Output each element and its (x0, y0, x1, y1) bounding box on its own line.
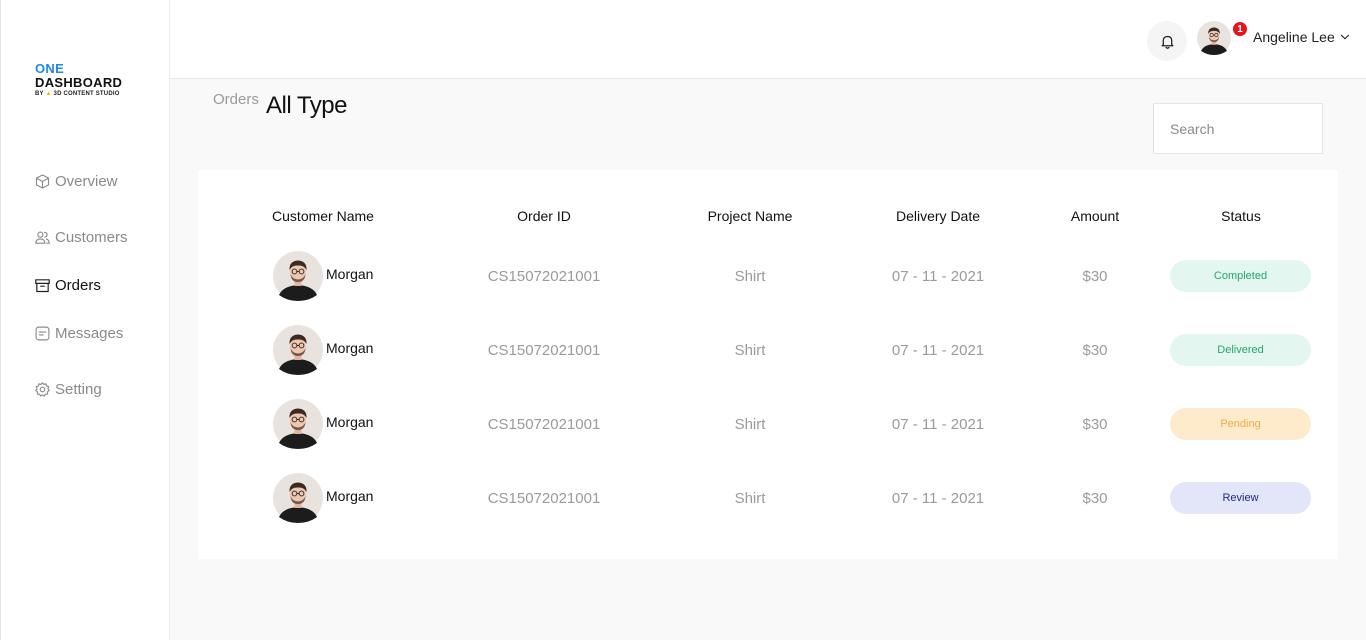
sidebar-item-customers[interactable]: Customers (34, 226, 128, 248)
order-id: CS15072021001 (487, 268, 601, 285)
status-badge: Completed (1170, 260, 1311, 292)
logo-byline: BY ▲ 3D CONTENT STUDIO (35, 91, 122, 97)
notification-badge: 1 (1232, 21, 1248, 37)
search-input[interactable] (1170, 120, 1351, 137)
notification-button[interactable] (1147, 21, 1187, 61)
column-header-status[interactable]: Status (1221, 208, 1261, 224)
column-header-customer-name[interactable]: Customer Name (272, 208, 374, 224)
user-name: Angeline Lee (1253, 29, 1335, 45)
column-header-delivery-date[interactable]: Delivery Date (896, 208, 980, 224)
logo-by-text: BY (35, 91, 44, 97)
flame-icon: ▲ (45, 91, 52, 97)
amount: $30 (1082, 342, 1108, 359)
customer-name: Morgan (326, 488, 374, 504)
project-name: Shirt (734, 342, 766, 359)
status-badge: Review (1170, 482, 1311, 514)
user-menu[interactable]: Angeline Lee (1253, 29, 1351, 45)
customer-name: Morgan (326, 414, 374, 430)
orders-table: Customer Name Order ID Project Name Deli… (198, 170, 1338, 559)
order-id: CS15072021001 (487, 342, 601, 359)
logo-line-one: ONE (35, 61, 65, 76)
sidebar-item-setting[interactable]: Setting (34, 378, 102, 400)
order-id: CS15072021001 (487, 490, 601, 507)
column-header-order-id[interactable]: Order ID (517, 208, 571, 224)
search-box (1153, 103, 1351, 154)
column-header-amount[interactable]: Amount (1071, 208, 1119, 224)
avatar (273, 325, 323, 375)
message-icon (35, 326, 50, 340)
logo-line-dashboard: DASHBOARD (35, 75, 123, 90)
gear-icon (35, 381, 50, 397)
customer-name: Morgan (326, 340, 374, 356)
delivery-date: 07 - 11 - 2021 (891, 268, 985, 285)
status-badge: Pending (1170, 408, 1311, 440)
table-row[interactable]: Morgan CS15072021001 Shirt 07 - 11 - 202… (198, 325, 1338, 377)
archive-icon (35, 278, 50, 292)
logo-studio-text: 3D CONTENT STUDIO (53, 91, 120, 97)
bell-icon (1161, 35, 1173, 49)
sidebar-item-overview[interactable]: Overview (34, 170, 118, 192)
sidebar-item-label: Orders (55, 276, 101, 294)
user-avatar[interactable] (1197, 21, 1231, 55)
sidebar-item-label: Customers (55, 228, 128, 246)
sidebar-item-messages[interactable]: Messages (34, 322, 123, 344)
sidebar-item-label: Setting (55, 380, 102, 398)
order-id: CS15072021001 (487, 416, 601, 433)
amount: $30 (1082, 416, 1108, 433)
amount: $30 (1082, 268, 1108, 285)
amount: $30 (1082, 490, 1108, 507)
users-icon (35, 231, 50, 244)
sidebar: ONE DASHBOARD BY ▲ 3D CONTENT STUDIO Ove… (0, 0, 170, 640)
page-title: All Type (266, 92, 347, 119)
brand-logo[interactable]: ONE DASHBOARD BY ▲ 3D CONTENT STUDIO (35, 62, 122, 97)
sidebar-item-orders[interactable]: Orders (34, 274, 101, 296)
cube-icon (35, 173, 50, 189)
customer-name: Morgan (326, 266, 374, 282)
project-name: Shirt (734, 268, 766, 285)
project-name: Shirt (734, 490, 766, 507)
status-badge: Delivered (1170, 334, 1311, 366)
sidebar-item-label: Messages (55, 324, 124, 342)
avatar (273, 473, 323, 523)
avatar (273, 251, 323, 301)
column-header-project-name[interactable]: Project Name (708, 208, 793, 224)
sidebar-item-label: Overview (55, 172, 118, 190)
table-row[interactable]: Morgan CS15072021001 Shirt 07 - 11 - 202… (198, 251, 1338, 303)
delivery-date: 07 - 11 - 2021 (891, 416, 985, 433)
table-row[interactable]: Morgan CS15072021001 Shirt 07 - 11 - 202… (198, 399, 1338, 451)
avatar (273, 399, 323, 449)
delivery-date: 07 - 11 - 2021 (891, 490, 985, 507)
project-name: Shirt (734, 416, 766, 433)
breadcrumb[interactable]: Orders (213, 91, 259, 108)
table-row[interactable]: Morgan CS15072021001 Shirt 07 - 11 - 202… (198, 473, 1338, 525)
delivery-date: 07 - 11 - 2021 (891, 342, 985, 359)
chevron-down-icon (1340, 34, 1349, 40)
